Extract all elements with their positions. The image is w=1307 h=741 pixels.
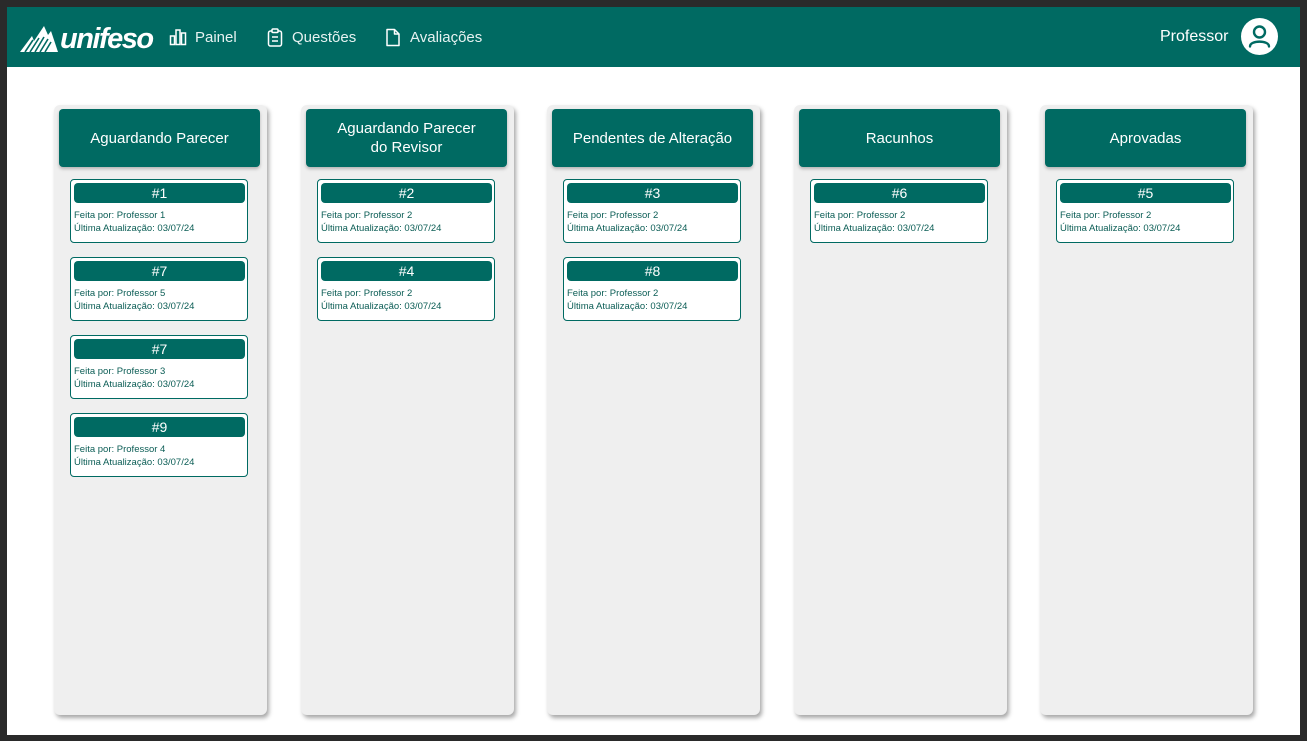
nav-avaliacoes[interactable]: Avaliações <box>384 25 482 49</box>
column-header: Pendentes de Alteração <box>552 109 753 167</box>
card-id-badge: #3 <box>567 183 738 203</box>
column-title: Aguardando Parecer <box>90 129 229 147</box>
user-icon <box>1248 25 1271 48</box>
question-card[interactable]: #5 Feita por: Professor 2 Última Atualizaç… <box>1056 179 1234 243</box>
card-last-updated: Última Atualização: 03/07/24 <box>321 301 442 312</box>
unifeso-logo[interactable]: unifeso <box>20 21 154 55</box>
nav-painel-label: Painel <box>195 28 237 46</box>
card-id-badge: #2 <box>321 183 492 203</box>
nav-questoes-label: Questões <box>292 28 357 46</box>
column-title: Aguardando Parecer do Revisor <box>337 120 476 156</box>
user-avatar-button[interactable] <box>1241 18 1278 55</box>
board-column: Aguardando Parecer #1 Feita por: Professor… <box>54 105 267 715</box>
bar-chart-icon <box>169 29 187 46</box>
card-last-updated: Última Atualização: 03/07/24 <box>567 301 688 312</box>
card-last-updated: Última Atualização: 03/07/24 <box>814 223 935 234</box>
question-card[interactable]: #4 Feita por: Professor 2 Última Atualizaç… <box>317 257 495 321</box>
column-title: Racunhos <box>865 129 934 147</box>
card-id-badge: #9 <box>74 417 245 437</box>
question-card[interactable]: #7 Feita por: Professor 3 Última Atualizaç… <box>70 335 248 399</box>
column-header: Racunhos <box>799 109 1000 167</box>
card-last-updated: Última Atualização: 03/07/24 <box>567 223 688 234</box>
document-icon <box>386 28 400 46</box>
question-card[interactable]: #2 Feita por: Professor 2 Última Atualizaç… <box>317 179 495 243</box>
card-author: Feita por: Professor 2 <box>321 210 413 221</box>
column-header: Aguardando Parecer <box>59 109 260 167</box>
card-last-updated: Última Atualização: 03/07/24 <box>74 301 195 312</box>
app-window: unifeso Painel Questões Avaliações Profe… <box>7 7 1300 735</box>
card-id-badge: #4 <box>321 261 492 281</box>
board-column: Racunhos #6 Feita por: Professor 2 Última A… <box>794 105 1007 715</box>
card-author: Feita por: Professor 2 <box>321 288 413 299</box>
card-last-updated: Última Atualização: 03/07/24 <box>74 379 195 390</box>
card-id-badge: #1 <box>74 183 245 203</box>
card-author: Feita por: Professor 1 <box>74 210 166 221</box>
question-card[interactable]: #9 Feita por: Professor 4 Última Atualizaç… <box>70 413 248 477</box>
card-last-updated: Última Atualização: 03/07/24 <box>74 223 195 234</box>
card-author: Feita por: Professor 2 <box>567 210 659 221</box>
column-title: Pendentes de Alteração <box>572 129 733 147</box>
board-column: Aprovadas #5 Feita por: Professor 2 Última … <box>1040 105 1253 715</box>
question-card[interactable]: #7 Feita por: Professor 5 Última Atualizaç… <box>70 257 248 321</box>
question-card[interactable]: #6 Feita por: Professor 2 Última Atualizaç… <box>810 179 988 243</box>
card-author: Feita por: Professor 2 <box>1060 210 1152 221</box>
question-card[interactable]: #1 Feita por: Professor 1 Última Atualizaç… <box>70 179 248 243</box>
card-id-badge: #7 <box>74 261 245 281</box>
column-header: Aguardando Parecer do Revisor <box>306 109 507 167</box>
card-id-badge: #6 <box>814 183 985 203</box>
board-column: Pendentes de Alteração #3 Feita por: Profe… <box>547 105 760 715</box>
card-id-badge: #8 <box>567 261 738 281</box>
card-author: Feita por: Professor 5 <box>74 288 166 299</box>
column-header: Aprovadas <box>1045 109 1246 167</box>
logo-text: unifeso <box>60 23 154 55</box>
question-card[interactable]: #8 Feita por: Professor 2 Última Atualizaç… <box>563 257 741 321</box>
column-title: Aprovadas <box>1109 129 1182 147</box>
top-navbar: unifeso Painel Questões Avaliações Profe… <box>7 7 1300 67</box>
card-id-badge: #5 <box>1060 183 1231 203</box>
card-id-badge: #7 <box>74 339 245 359</box>
nav-questoes[interactable]: Questões <box>266 25 356 49</box>
card-author: Feita por: Professor 2 <box>814 210 906 221</box>
card-author: Feita por: Professor 3 <box>74 366 166 377</box>
question-card[interactable]: #3 Feita por: Professor 2 Última Atualizaç… <box>563 179 741 243</box>
card-author: Feita por: Professor 4 <box>74 444 166 455</box>
mountain-logo-icon <box>20 26 58 53</box>
clipboard-icon <box>267 27 283 47</box>
card-author: Feita por: Professor 2 <box>567 288 659 299</box>
card-last-updated: Última Atualização: 03/07/24 <box>321 223 442 234</box>
board-column: Aguardando Parecer do Revisor #2 Feita por… <box>301 105 514 715</box>
nav-avaliacoes-label: Avaliações <box>410 28 483 46</box>
card-last-updated: Última Atualização: 03/07/24 <box>1060 223 1181 234</box>
user-name: Professor <box>1160 28 1229 45</box>
card-last-updated: Última Atualização: 03/07/24 <box>74 457 195 468</box>
nav-painel[interactable]: Painel <box>169 25 237 49</box>
